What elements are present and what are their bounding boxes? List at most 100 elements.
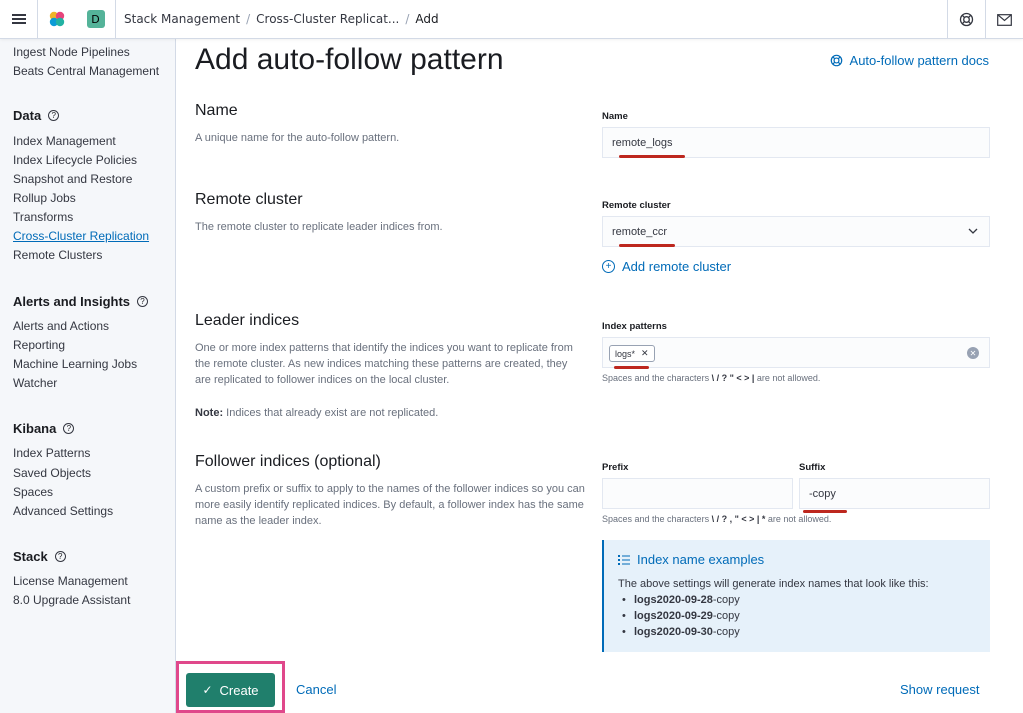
help-icon[interactable]: ? (54, 551, 66, 562)
help-text: Spaces and the characters (602, 514, 712, 524)
sidebar-item-advanced-settings[interactable]: Advanced Settings (13, 504, 113, 518)
clear-icon[interactable]: ✕ (967, 347, 979, 359)
sidebar-item-index-patterns[interactable]: Index Patterns (13, 446, 90, 460)
docs-link[interactable]: Auto-follow pattern docs (830, 53, 989, 68)
add-remote-cluster-button[interactable]: + Add remote cluster (602, 259, 731, 274)
remote-section-title: Remote cluster (195, 191, 303, 208)
sidebar-item-cross-cluster-replication[interactable]: Cross-Cluster Replication (13, 229, 149, 243)
prefix-input[interactable] (602, 478, 793, 509)
help-icon[interactable]: ? (137, 296, 149, 307)
list-icon (618, 554, 630, 565)
help-chars: \ / ? " < > | (711, 373, 755, 383)
sidebar-item-beats-central-management[interactable]: Beats Central Management (13, 64, 159, 78)
sidebar-item-license-management[interactable]: License Management (13, 574, 128, 588)
prefix-label: Prefix (602, 462, 629, 473)
help-lifebuoy-icon (830, 54, 842, 67)
index-pattern-chip[interactable]: logs* ✕ (609, 345, 655, 362)
hamburger-icon (11, 12, 26, 26)
sidebar-section-stack: Stack ? (13, 549, 66, 564)
help-text: Spaces and the characters (602, 373, 712, 383)
callout-text: The above settings will generate index n… (618, 578, 929, 590)
follower-section-description: A custom prefix or suffix to apply to th… (195, 483, 585, 527)
space-avatar: D (86, 10, 105, 28)
sidebar-item-transforms[interactable]: Transforms (13, 210, 73, 224)
remote-cluster-label: Remote cluster (602, 200, 671, 211)
sidebar-item-watcher[interactable]: Watcher (13, 376, 57, 390)
suffix-input-value: -copy (809, 487, 836, 500)
sidebar-item-reporting[interactable]: Reporting (13, 338, 65, 352)
sidebar-item-remote-clusters[interactable]: Remote Clusters (13, 248, 102, 262)
index-examples-list: logs2020-09-28-copy logs2020-09-29-copy … (618, 592, 976, 640)
sidebar-item-saved-objects[interactable]: Saved Objects (13, 466, 91, 480)
annotation-underline (614, 366, 649, 369)
index-patterns-label: Index patterns (602, 321, 667, 332)
breadcrumb-add: Add (415, 12, 439, 26)
sidebar-item-snapshot-and-restore[interactable]: Snapshot and Restore (13, 172, 132, 186)
leader-section-title: Leader indices (195, 312, 300, 329)
sidebar-item-upgrade-assistant[interactable]: 8.0 Upgrade Assistant (13, 593, 130, 607)
leader-section-note: Note: Indices that already exist are not… (195, 405, 585, 421)
example-base: logs2020-09-28 (634, 594, 713, 606)
sidebar-section-alerts-insights: Alerts and Insights ? (13, 294, 149, 309)
sidebar-item-rollup-jobs[interactable]: Rollup Jobs (13, 191, 76, 205)
breadcrumb-separator: / (246, 12, 251, 26)
sidebar-item-spaces[interactable]: Spaces (13, 485, 53, 499)
sidebar-item-index-management[interactable]: Index Management (13, 134, 116, 148)
remote-cluster-select[interactable]: remote_ccr (602, 216, 990, 247)
name-field-label: Name (602, 111, 628, 122)
elastic-logo-icon (49, 11, 65, 27)
suffix-label: Suffix (799, 462, 826, 473)
help-text: are not allowed. (754, 373, 821, 383)
suffix-input[interactable]: -copy (799, 478, 990, 509)
note-label: Note: (195, 407, 224, 419)
example-base: logs2020-09-29 (634, 610, 713, 622)
help-button[interactable] (947, 0, 985, 39)
chip-remove-icon[interactable]: ✕ (641, 348, 649, 359)
annotation-underline (803, 510, 847, 513)
example-suffix: -copy (712, 594, 740, 606)
annotation-underline (619, 244, 675, 247)
list-item: logs2020-09-29-copy (618, 608, 976, 624)
help-icon[interactable]: ? (63, 423, 75, 434)
follower-help: Spaces and the characters \ / ? , " < > … (602, 514, 831, 524)
list-item: logs2020-09-30-copy (618, 624, 976, 640)
create-button[interactable]: ✓ Create (186, 673, 275, 707)
name-input-value: remote_logs (612, 136, 673, 149)
callout-title: Index name examples (618, 552, 976, 567)
plus-circle-icon: + (602, 260, 615, 273)
space-selector[interactable]: D (76, 0, 116, 39)
show-request-button[interactable]: Show request (900, 682, 980, 697)
name-section-title: Name (195, 102, 238, 119)
cancel-button[interactable]: Cancel (296, 682, 336, 697)
breadcrumb-ccr[interactable]: Cross-Cluster Replicat... (256, 12, 399, 26)
index-patterns-combobox[interactable] (602, 337, 990, 368)
breadcrumb: Stack Management / Cross-Cluster Replica… (124, 12, 439, 26)
management-sidebar: Ingest Node Pipelines Beats Central Mana… (0, 39, 176, 713)
elastic-logo[interactable] (38, 0, 76, 39)
breadcrumb-separator: / (405, 12, 410, 26)
chevron-down-icon (968, 228, 978, 234)
mail-icon (997, 13, 1012, 26)
help-icon[interactable]: ? (48, 110, 60, 121)
list-item: logs2020-09-28-copy (618, 592, 976, 608)
sidebar-section-title: Kibana (13, 421, 57, 436)
newsfeed-button[interactable] (985, 0, 1023, 39)
sidebar-item-ingest-node-pipelines[interactable]: Ingest Node Pipelines (13, 45, 130, 59)
create-button-label: Create (219, 682, 259, 698)
sidebar-section-title: Stack (13, 549, 48, 564)
index-patterns-help: Spaces and the characters \ / ? " < > | … (602, 373, 820, 383)
menu-toggle-button[interactable] (0, 0, 38, 39)
breadcrumb-stack-management[interactable]: Stack Management (124, 12, 240, 26)
name-input[interactable]: remote_logs (602, 127, 990, 158)
example-suffix: -copy (712, 610, 740, 622)
header-actions (947, 0, 1023, 39)
sidebar-item-alerts-and-actions[interactable]: Alerts and Actions (13, 319, 109, 333)
sidebar-section-title: Alerts and Insights (13, 294, 131, 309)
remote-section-description: The remote cluster to replicate leader i… (195, 221, 443, 233)
help-chars: \ / ? , " < > | * (711, 514, 766, 524)
leader-section-description: One or more index patterns that identify… (195, 342, 573, 386)
remote-cluster-value: remote_ccr (612, 225, 668, 238)
sidebar-item-index-lifecycle-policies[interactable]: Index Lifecycle Policies (13, 153, 137, 167)
page-title: Add auto-follow pattern (195, 43, 504, 76)
sidebar-item-machine-learning-jobs[interactable]: Machine Learning Jobs (13, 357, 137, 371)
